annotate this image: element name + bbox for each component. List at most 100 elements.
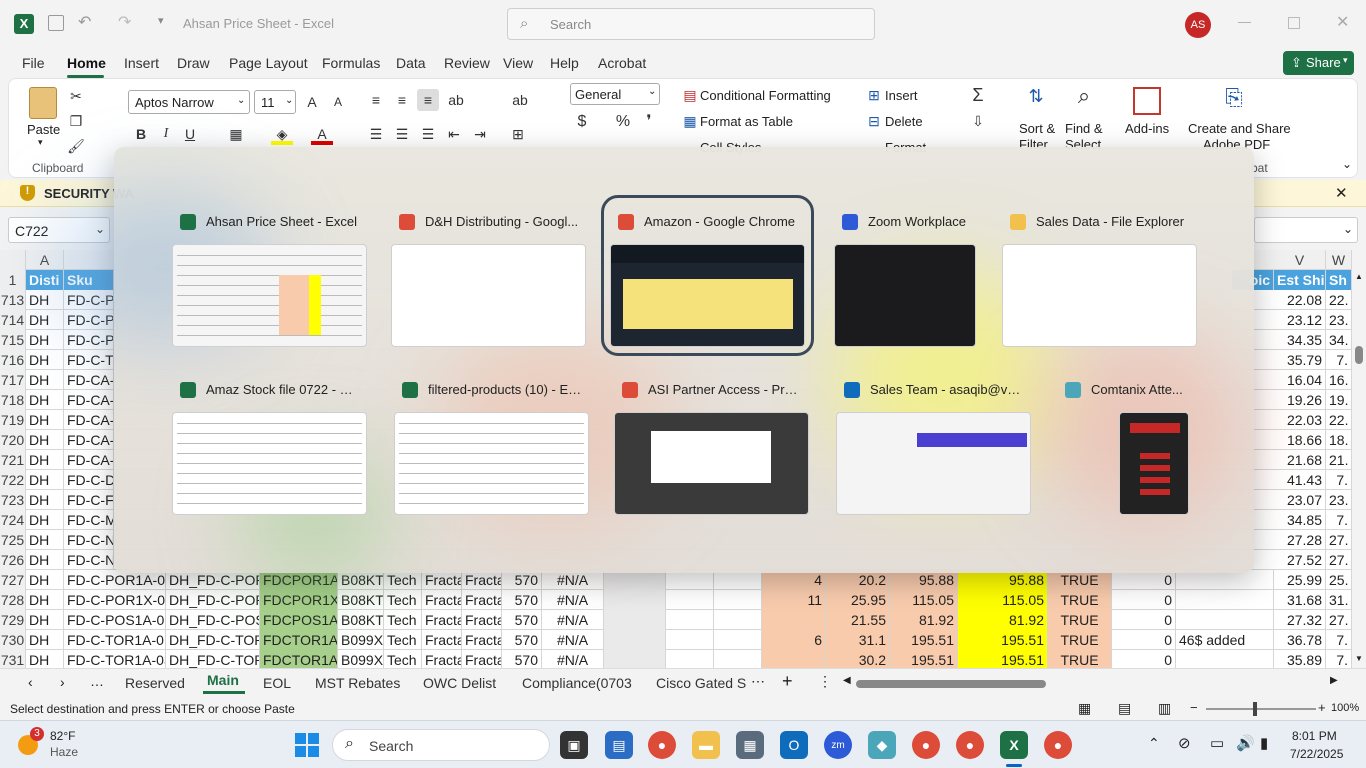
format-as-table-icon[interactable]: ▦: [679, 110, 701, 132]
sheet-tab-eol[interactable]: EOL: [263, 675, 291, 691]
tab-data[interactable]: Data: [396, 55, 426, 71]
cell-disti[interactable]: DH: [26, 330, 64, 350]
cell-w[interactable]: 31.: [1326, 590, 1352, 610]
row-number[interactable]: 717: [0, 370, 26, 390]
cell-g[interactable]: Fracta: [422, 610, 462, 630]
bold-button[interactable]: B: [130, 123, 152, 145]
cell-disti[interactable]: DH: [26, 390, 64, 410]
redo-icon[interactable]: ↷: [118, 12, 131, 32]
chrome-profile-icon[interactable]: ●: [956, 731, 984, 759]
cell-disti[interactable]: DH: [26, 290, 64, 310]
cell-l2[interactable]: [714, 650, 762, 668]
cell-disti[interactable]: DH: [26, 470, 64, 490]
cell-s[interactable]: 46$ added: [1176, 630, 1274, 650]
display-icon[interactable]: ▭: [1210, 734, 1224, 752]
taskbar-search[interactable]: ⌕ Search: [332, 729, 550, 761]
decrease-indent-icon[interactable]: ⇤: [443, 123, 465, 145]
create-pdf-icon[interactable]: ⎘: [1223, 87, 1245, 109]
cell-p[interactable]: 195.51: [958, 650, 1048, 668]
font-name-select[interactable]: Aptos Narrow ⌄: [128, 90, 250, 114]
cell-p[interactable]: 115.05: [958, 590, 1048, 610]
cell-est-ship[interactable]: 21.68: [1274, 450, 1326, 470]
tab-view[interactable]: View: [503, 55, 533, 71]
paste-dropdown-icon[interactable]: ▾: [38, 137, 43, 148]
cell-b[interactable]: FD-C-POR1A-05: [64, 570, 166, 590]
select-all-corner[interactable]: [0, 250, 26, 270]
cell-j[interactable]: #N/A: [542, 630, 604, 650]
row-number[interactable]: 725: [0, 530, 26, 550]
sort-filter-icon[interactable]: ⇅: [1025, 85, 1047, 107]
sort-filter-button[interactable]: Sort &: [1019, 121, 1055, 136]
tab-formulas[interactable]: Formulas: [322, 55, 380, 71]
cell-sku[interactable]: FD-C-NC: [64, 530, 114, 550]
cell-j[interactable]: #N/A: [542, 650, 604, 668]
cell-f[interactable]: Tech: [384, 610, 422, 630]
cell-l[interactable]: [666, 630, 714, 650]
tab-home[interactable]: Home: [67, 55, 106, 71]
underline-button[interactable]: U: [179, 123, 201, 145]
save-icon[interactable]: [48, 15, 64, 31]
cell-s[interactable]: [1176, 650, 1274, 668]
undo-icon[interactable]: ↶: [78, 12, 91, 32]
cell-n2[interactable]: 21.55: [826, 610, 890, 630]
expand-formula-icon[interactable]: ⌄: [1343, 222, 1353, 236]
cell-b[interactable]: FD-C-POS1A-01: [64, 610, 166, 630]
share-button[interactable]: ⇪ Share ▾: [1283, 51, 1354, 75]
tab-draw[interactable]: Draw: [177, 55, 210, 71]
row-number[interactable]: 724: [0, 510, 26, 530]
cell-l[interactable]: [666, 570, 714, 590]
cell-m[interactable]: 4: [762, 570, 826, 590]
cell-a[interactable]: DH: [26, 610, 64, 630]
task-view-icon[interactable]: ▣: [560, 731, 588, 759]
vertical-scroll-thumb[interactable]: [1355, 346, 1363, 364]
cell-sku[interactable]: FD-C-NC: [64, 550, 114, 570]
cell-disti[interactable]: DH: [26, 530, 64, 550]
cell-disti[interactable]: DH: [26, 430, 64, 450]
currency-icon[interactable]: $: [571, 111, 593, 133]
wrap-text-icon[interactable]: ab: [509, 89, 531, 111]
cell-s[interactable]: [1176, 570, 1274, 590]
comma-style-icon[interactable]: ❜: [638, 111, 660, 133]
cell-est-ship[interactable]: 34.85: [1274, 510, 1326, 530]
merge-center-icon[interactable]: ⊞: [507, 123, 529, 145]
cell-v[interactable]: 27.32: [1274, 610, 1326, 630]
cell-sku[interactable]: FD-C-TO: [64, 350, 114, 370]
zoom-slider[interactable]: [1206, 702, 1316, 716]
window-card[interactable]: Comtanix Atte...: [1057, 372, 1252, 515]
row-number[interactable]: 715: [0, 330, 26, 350]
cell-a[interactable]: DH: [26, 630, 64, 650]
cell-disti[interactable]: DH: [26, 310, 64, 330]
row-number[interactable]: 716: [0, 350, 26, 370]
tab-file[interactable]: File: [22, 55, 45, 71]
calculator-icon[interactable]: ▦: [736, 731, 764, 759]
addins-icon[interactable]: [1133, 87, 1161, 115]
row-number[interactable]: 1: [0, 270, 26, 290]
font-color-icon[interactable]: A: [311, 123, 333, 145]
cell-h[interactable]: Fracta: [462, 650, 502, 668]
clock-date[interactable]: 7/22/2025: [1290, 747, 1343, 761]
row-number[interactable]: 719: [0, 410, 26, 430]
cell-r[interactable]: 0: [1112, 630, 1176, 650]
zoom-icon[interactable]: zm: [824, 731, 852, 759]
copy-icon[interactable]: ❐: [65, 110, 87, 132]
cell-k[interactable]: [604, 630, 666, 650]
cell-r[interactable]: 0: [1112, 570, 1176, 590]
cell-l2[interactable]: [714, 590, 762, 610]
row-number[interactable]: 728: [0, 590, 26, 610]
align-center-icon[interactable]: ☰: [391, 123, 413, 145]
collapse-ribbon-icon[interactable]: ⌄: [1342, 157, 1352, 171]
tab-page-layout[interactable]: Page Layout: [229, 55, 308, 71]
cell-q[interactable]: TRUE: [1048, 570, 1112, 590]
cell-s[interactable]: [1176, 610, 1274, 630]
cell-est-ship[interactable]: 41.43: [1274, 470, 1326, 490]
close-icon[interactable]: ✕: [1335, 184, 1348, 202]
window-card[interactable]: Ahsan Price Sheet - Excel: [172, 204, 367, 347]
row-number[interactable]: 729: [0, 610, 26, 630]
cell-k[interactable]: [604, 590, 666, 610]
header-sh[interactable]: Sh: [1326, 270, 1352, 290]
cell-est-ship[interactable]: 18.66: [1274, 430, 1326, 450]
paste-button[interactable]: Paste: [27, 122, 60, 137]
cell-h[interactable]: Fracta: [462, 570, 502, 590]
cell-o[interactable]: 115.05: [890, 590, 958, 610]
cell-k[interactable]: [604, 570, 666, 590]
